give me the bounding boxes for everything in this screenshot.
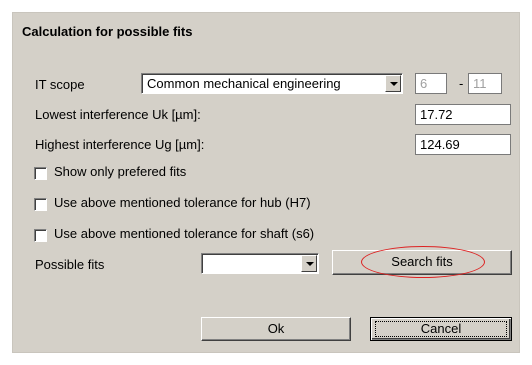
it-from-field[interactable]: 6 [415, 73, 447, 94]
dialog-title: Calculation for possible fits [22, 24, 193, 39]
lowest-interference-field[interactable]: 17.72 [415, 104, 511, 125]
hub-tolerance-label: Use above mentioned tolerance for hub (H… [54, 195, 311, 210]
highest-interference-field[interactable]: 124.69 [415, 134, 511, 155]
prefered-fits-checkbox[interactable] [34, 167, 47, 180]
shaft-tolerance-label: Use above mentioned tolerance for shaft … [54, 226, 315, 241]
hub-tolerance-checkbox[interactable] [34, 198, 47, 211]
highest-interference-label: Highest interference Ug [µm]: [35, 137, 205, 152]
ok-label: Ok [267, 321, 285, 336]
it-range-separator: - [459, 76, 464, 91]
it-to-field[interactable]: 11 [468, 73, 502, 94]
possible-fits-label: Possible fits [35, 257, 105, 272]
it-scope-label: IT scope [35, 77, 85, 92]
search-fits-button[interactable]: Search fits [332, 250, 512, 275]
it-to-value: 11 [473, 76, 487, 91]
highest-interference-value: 124.69 [420, 137, 460, 152]
cancel-label: Cancel [420, 321, 462, 336]
possible-fits-select[interactable] [201, 253, 319, 274]
lowest-interference-label: Lowest interference Uk [µm]: [35, 107, 201, 122]
shaft-tolerance-checkbox[interactable] [34, 229, 47, 242]
fits-dialog [12, 12, 520, 353]
it-scope-select[interactable]: Common mechanical engineering [141, 73, 403, 94]
it-scope-value: Common mechanical engineering [147, 76, 341, 91]
prefered-fits-label: Show only prefered fits [54, 164, 187, 179]
search-fits-label: Search fits [391, 254, 453, 269]
cancel-button[interactable]: Cancel [370, 317, 512, 341]
it-from-value: 6 [420, 76, 428, 91]
chevron-down-icon[interactable] [301, 255, 317, 272]
lowest-interference-value: 17.72 [420, 107, 453, 122]
ok-button[interactable]: Ok [201, 317, 351, 341]
chevron-down-icon[interactable] [385, 75, 401, 92]
